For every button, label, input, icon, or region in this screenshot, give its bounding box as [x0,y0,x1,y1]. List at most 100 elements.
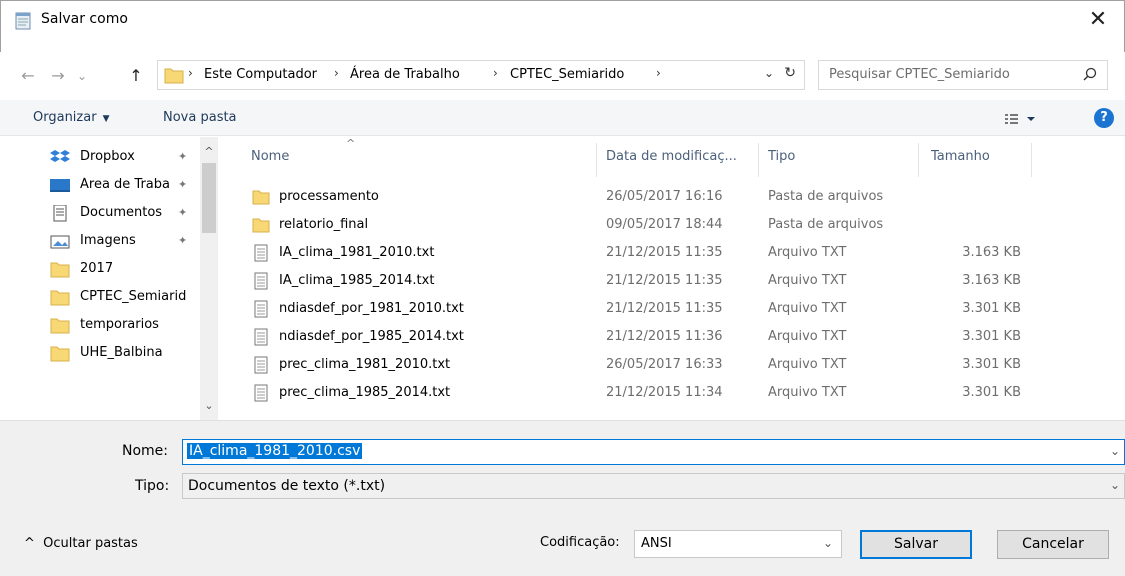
scrollbar-thumb[interactable] [202,163,216,233]
file-row[interactable]: prec_clima_1981_2010.txt 26/05/2017 16:3… [228,353,1125,377]
column-header-size[interactable]: Tamanho [931,149,990,164]
back-arrow-icon[interactable]: ← [16,64,40,88]
breadcrumb-this-pc[interactable]: Este Computador [204,67,317,82]
new-folder-button[interactable]: Nova pasta [163,110,237,125]
column-header-name[interactable]: Nome [251,149,289,164]
file-size: 3.301 KB [962,301,1021,316]
file-date: 21/12/2015 11:35 [606,301,723,316]
file-name: ndiasdef_por_1981_2010.txt [279,301,464,316]
file-type: Pasta de arquivos [768,189,884,204]
file-size: 3.163 KB [962,273,1021,288]
column-divider[interactable] [1031,143,1032,177]
chevron-down-icon: ⌄ [822,536,833,550]
up-arrow-icon[interactable]: ↑ [124,64,148,88]
breadcrumb-cptec[interactable]: CPTEC_Semiarido [510,67,624,82]
column-header-type[interactable]: Tipo [768,149,795,164]
change-view-icon[interactable] [1003,110,1037,128]
recent-locations-icon[interactable]: ⌄ [70,64,94,88]
encoding-value: ANSI [641,536,672,551]
notepad-icon [15,12,31,30]
sidebar-item-label: UHE_Balbina [80,345,163,360]
help-icon[interactable]: ? [1094,108,1114,128]
text-file-icon [254,244,268,262]
breadcrumb-separator: › [493,66,498,80]
chevron-down-icon[interactable]: ⌄ [1110,444,1120,458]
file-name: prec_clima_1985_2014.txt [279,385,451,400]
save-form: Nome: IA_clima_1981_2010.csv ⌄ Tipo: Doc… [0,420,1125,576]
sidebar-item-pictures[interactable]: Imagens ✦ [50,229,200,255]
column-divider[interactable] [758,143,759,177]
address-bar[interactable]: › Este Computador › Área de Trabalho › C… [157,60,805,90]
folder-icon [50,290,70,306]
file-type: Pasta de arquivos [768,217,884,232]
file-name: prec_clima_1981_2010.txt [279,357,451,372]
chevron-up-icon: ^ [24,536,35,551]
file-date: 09/05/2017 18:44 [606,217,723,232]
text-file-icon [254,272,268,290]
column-divider[interactable] [596,143,597,177]
pin-icon: ✦ [178,206,188,219]
pictures-icon [50,235,70,249]
search-input[interactable]: Pesquisar CPTEC_Semiarido [818,60,1108,90]
file-row[interactable]: prec_clima_1985_2014.txt 21/12/2015 11:3… [228,381,1125,405]
file-date: 21/12/2015 11:35 [606,245,723,260]
file-date: 21/12/2015 11:36 [606,329,723,344]
text-file-icon [254,384,268,402]
file-date: 21/12/2015 11:34 [606,385,723,400]
sidebar-item-temporarios[interactable]: temporarios [50,313,200,339]
window-title: Salvar como [41,11,128,27]
close-button[interactable]: ✕ [1080,5,1116,35]
file-size: 3.301 KB [962,357,1021,372]
search-placeholder: Pesquisar CPTEC_Semiarido [829,67,1010,82]
folder-icon [50,346,70,362]
search-icon [1083,67,1097,81]
pin-icon: ✦ [178,234,188,247]
folder-icon [252,190,270,205]
sidebar-item-cptec[interactable]: CPTEC_Semiarid [50,285,200,311]
documents-icon [53,205,67,222]
file-name-input[interactable]: IA_clima_1981_2010.csv ⌄ [182,439,1125,465]
hide-folders-toggle[interactable]: ^ Ocultar pastas [24,536,138,551]
folder-icon [164,68,184,84]
text-file-icon [254,328,268,346]
address-dropdown-icon[interactable]: ⌄ [764,66,774,80]
cancel-button[interactable]: Cancelar [997,530,1109,559]
file-size: 3.301 KB [962,329,1021,344]
file-name: processamento [279,189,379,204]
sidebar-item-2017[interactable]: 2017 [50,257,200,283]
column-divider[interactable] [918,143,919,177]
refresh-icon[interactable]: ↻ [784,65,796,81]
save-button[interactable]: Salvar [860,530,972,559]
title-bar: Salvar como ✕ [0,0,1125,52]
sort-ascending-icon: ^ [346,137,356,150]
file-type-select[interactable]: Documentos de texto (*.txt) ⌄ [182,473,1125,499]
file-row-processamento[interactable]: processamento 26/05/2017 16:16 Pasta de … [228,185,1125,209]
folder-icon [50,318,70,334]
column-header-date[interactable]: Data de modificaç... [606,149,737,164]
file-type-value: Documentos de texto (*.txt) [188,478,386,494]
sidebar-item-desktop[interactable]: Área de Traba ✦ [50,173,200,199]
organize-caret-icon: ▼ [102,114,110,124]
sidebar-item-uhe-balbina[interactable]: UHE_Balbina [50,341,200,367]
sidebar-item-documents[interactable]: Documentos ✦ [50,201,200,227]
file-row[interactable]: IA_clima_1985_2014.txt 21/12/2015 11:35 … [228,269,1125,293]
file-name: IA_clima_1981_2010.txt [279,245,435,260]
sidebar-item-dropbox[interactable]: Dropbox ✦ [50,145,200,171]
organize-menu[interactable]: Organizar ▼ [33,110,109,125]
forward-arrow-icon[interactable]: → [46,64,70,88]
file-type: Arquivo TXT [768,357,847,372]
navigation-pane: Dropbox ✦ Área de Traba ✦ Documentos ✦ I… [0,137,220,420]
navigation-bar: ← → ⌄ ↑ › Este Computador › Área de Trab… [0,52,1125,100]
file-name-label: Nome: [122,443,169,459]
file-row[interactable]: ndiasdef_por_1981_2010.txt 21/12/2015 11… [228,297,1125,321]
file-row[interactable]: IA_clima_1981_2010.txt 21/12/2015 11:35 … [228,241,1125,265]
scroll-up-icon[interactable]: ^ [200,145,218,158]
sidebar-scrollbar[interactable]: ^ ⌄ [200,137,218,420]
file-row-relatorio-final[interactable]: relatorio_final 09/05/2017 18:44 Pasta d… [228,213,1125,237]
file-name: relatorio_final [279,217,369,232]
file-row[interactable]: ndiasdef_por_1985_2014.txt 21/12/2015 11… [228,325,1125,349]
breadcrumb-desktop[interactable]: Área de Trabalho [350,67,460,82]
folder-icon [50,262,70,278]
encoding-select[interactable]: ANSI ⌄ [634,530,842,558]
scroll-down-icon[interactable]: ⌄ [200,399,218,412]
